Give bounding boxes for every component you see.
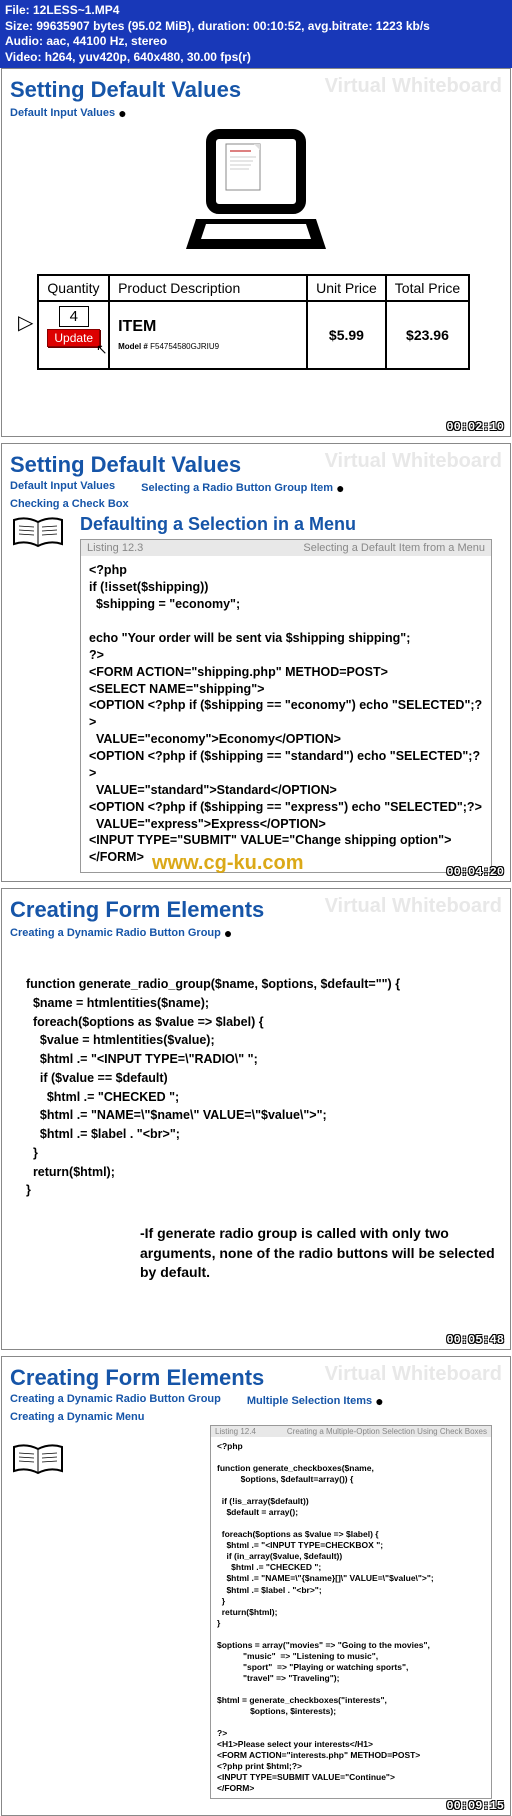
code-body: <?php function generate_checkboxes($name…	[211, 1437, 491, 1799]
slide-1: Virtual Whiteboard Setting Default Value…	[1, 68, 511, 437]
crumb: Multiple Selection Items	[247, 1395, 372, 1407]
crumb: Default Input Values	[10, 480, 115, 496]
crumb: Selecting a Radio Button Group Item	[141, 482, 333, 494]
listing-title: Selecting a Default Item from a Menu	[303, 542, 485, 554]
bullet-icon: ●	[118, 105, 126, 121]
bullet-icon: ●	[375, 1393, 383, 1409]
watermark: Virtual Whiteboard	[325, 1363, 502, 1386]
col-desc: Product Description	[109, 275, 307, 301]
listing-title: Creating a Multiple-Option Selection Usi…	[287, 1427, 487, 1436]
book-icon	[12, 1443, 64, 1484]
file-line: File: 12LESS~1.MP4	[5, 3, 507, 19]
audio-line: Audio: aac, 44100 Hz, stereo	[5, 34, 507, 50]
col-total: Total Price	[386, 275, 469, 301]
bullet-icon: ●	[224, 925, 232, 941]
qty-input[interactable]: 4	[59, 306, 89, 327]
cursor-icon: ↖	[75, 341, 128, 358]
code-listing: Listing 12.4 Creating a Multiple-Option …	[210, 1425, 492, 1800]
bullet-icon: ●	[336, 480, 344, 496]
watermark: Virtual Whiteboard	[325, 75, 502, 98]
timestamp: 00:04:20	[446, 865, 504, 879]
section-title: Defaulting a Selection in a Menu	[80, 514, 502, 535]
crumb: Creating a Dynamic Menu	[10, 1411, 502, 1423]
col-qty: Quantity	[38, 275, 109, 301]
order-table: Quantity Product Description Unit Price …	[37, 274, 470, 370]
total-price: $23.96	[386, 301, 469, 369]
col-unit: Unit Price	[307, 275, 386, 301]
timestamp: 00:05:48	[446, 1333, 504, 1347]
note-text: -If generate radio group is called with …	[140, 1224, 502, 1283]
slide-4: Virtual Whiteboard Creating Form Element…	[1, 1356, 511, 1816]
watermark: Virtual Whiteboard	[325, 450, 502, 473]
listing-no: Listing 12.4	[215, 1427, 256, 1436]
laptop-icon	[10, 129, 502, 264]
media-info: File: 12LESS~1.MP4 Size: 99635907 bytes …	[0, 0, 512, 68]
code-body: <?php if (!isset($shipping)) $shipping =…	[81, 556, 491, 872]
video-line: Video: h264, yuv420p, 640x480, 30.00 fps…	[5, 50, 507, 66]
watermark: Virtual Whiteboard	[325, 895, 502, 918]
watermark-url: www.cg-ku.com	[152, 852, 304, 875]
slide-2: Virtual Whiteboard Setting Default Value…	[1, 443, 511, 882]
crumb: Checking a Check Box	[10, 498, 502, 510]
code-listing: Listing 12.3 Selecting a Default Item fr…	[80, 539, 492, 873]
crumb: Default Input Values	[10, 107, 115, 119]
arrow-icon: ▷	[18, 310, 33, 335]
crumb: Creating a Dynamic Radio Button Group	[10, 1393, 221, 1409]
crumb: Creating a Dynamic Radio Button Group	[10, 927, 221, 939]
timestamp: 00:02:10	[446, 420, 504, 434]
timestamp: 00:09:15	[446, 1799, 504, 1813]
code-block: function generate_radio_group($name, $op…	[10, 967, 502, 1208]
slide-3: Virtual Whiteboard Creating Form Element…	[1, 888, 511, 1350]
listing-no: Listing 12.3	[87, 542, 143, 554]
book-icon	[12, 516, 64, 557]
unit-price: $5.99	[307, 301, 386, 369]
size-line: Size: 99635907 bytes (95.02 MiB), durati…	[5, 19, 507, 35]
item-name: ITEM	[118, 318, 298, 336]
